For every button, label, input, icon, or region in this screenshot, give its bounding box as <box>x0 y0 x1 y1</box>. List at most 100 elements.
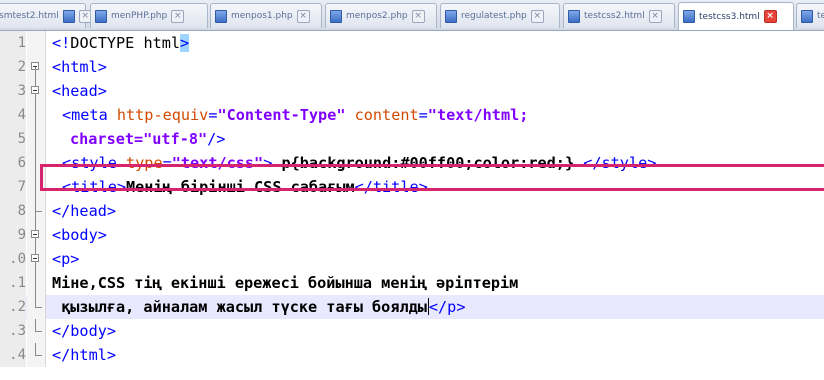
line-number: .1 <box>0 271 26 295</box>
line-number: 1 <box>0 31 26 55</box>
fold-end-marker <box>35 331 42 332</box>
code-editor[interactable]: 1 <!DOCTYPE html> 2 <html> 3 <head> 4 <m… <box>0 31 824 380</box>
close-icon[interactable]: × <box>411 9 425 23</box>
tab-label: smtest2.html <box>0 11 59 21</box>
fold-gutter <box>27 103 46 127</box>
file-icon <box>801 9 813 23</box>
line-number: .2 <box>0 295 26 319</box>
code-text: <head> <box>52 79 107 103</box>
line-number: 3 <box>0 79 26 103</box>
fold-line <box>35 103 36 127</box>
html-close-tag: </html> <box>52 346 117 364</box>
body-close-tag: </body> <box>52 322 117 340</box>
meta-tag-close: /> <box>207 130 226 148</box>
fold-collapse-icon[interactable] <box>31 230 39 238</box>
code-line: 1 <!DOCTYPE html> <box>0 31 824 55</box>
fold-line <box>35 127 36 151</box>
code-text: </body> <box>52 319 116 343</box>
tab-label: regulatest.php <box>461 11 527 21</box>
doctype-open: <! <box>52 34 71 52</box>
close-icon[interactable]: × <box>296 9 310 23</box>
file-icon <box>445 9 457 23</box>
fold-gutter <box>27 223 46 247</box>
fold-gutter <box>27 271 46 295</box>
fold-line <box>35 343 36 355</box>
line-number: 4 <box>0 103 26 127</box>
code-text: </head> <box>52 199 116 223</box>
tab-testcss2-html[interactable]: testcss2.html × <box>563 3 675 28</box>
tab-menpos2-php[interactable]: menpos2.php × <box>325 3 437 28</box>
attribute-value: charset="utf-8" <box>70 130 208 148</box>
code-line: 8 </head> <box>0 199 824 223</box>
file-icon <box>95 9 107 23</box>
code-text: </html> <box>52 343 116 367</box>
doctype-text: DOCTYPE html <box>70 34 181 52</box>
fold-line <box>35 319 36 331</box>
code-text: <html> <box>52 55 107 79</box>
tab-menpos1-php[interactable]: menpos1.php × <box>210 3 322 28</box>
code-line: 5 charset="utf-8"/> <box>0 127 824 151</box>
fold-end-marker <box>35 211 42 212</box>
code-line: 4 <meta http-equiv = "Content-Type" conten… <box>0 103 824 127</box>
fold-gutter <box>27 79 46 103</box>
tab-menphp-php[interactable]: menPHP.php × <box>90 3 208 28</box>
attribute-name: content <box>345 106 419 124</box>
tab-regulatest-php[interactable]: regulatest.php × <box>440 3 560 28</box>
equals-sign: = <box>418 106 428 124</box>
code-line: 9 <body> <box>0 223 824 247</box>
close-icon[interactable]: × <box>763 10 777 23</box>
fold-gutter <box>27 247 46 271</box>
code-text: қызылға, айналам жасыл түске тағы боялды… <box>52 295 465 319</box>
tab-testcss-partial[interactable]: testcss <box>796 3 824 28</box>
close-icon[interactable]: × <box>171 9 185 23</box>
code-line: .0 <p> <box>0 247 824 271</box>
file-icon <box>215 9 227 23</box>
line-number: .0 <box>0 247 26 271</box>
code-text: <!DOCTYPE html> <box>52 31 190 55</box>
code-text: Міне,CSS тің екінші ережесі бойынша мені… <box>52 271 518 295</box>
paragraph-text: қызылға, айналам жасыл түске тағы боялды <box>52 298 427 316</box>
file-icon <box>683 10 695 23</box>
fold-line <box>35 295 36 307</box>
fold-gutter <box>27 343 46 367</box>
close-icon[interactable]: × <box>530 9 544 23</box>
code-line: 2 <html> <box>0 55 824 79</box>
code-line: 3 <head> <box>0 79 824 103</box>
tab-label: menpos1.php <box>231 11 293 21</box>
tab-testcss3-html[interactable]: testcss3.html × <box>678 2 794 30</box>
code-line: .1 Міне,CSS тің екінші ережесі бойынша м… <box>0 271 824 295</box>
paragraph-text: Міне,CSS тің екінші ережесі бойынша мені… <box>52 274 519 292</box>
fold-collapse-icon[interactable] <box>31 254 39 262</box>
annotation-highlight-box <box>40 164 824 191</box>
tab-testcss2-html-partial[interactable]: smtest2.html × <box>0 3 92 28</box>
tab-bar: smtest2.html × menPHP.php × menpos1.php … <box>0 0 824 31</box>
fold-gutter <box>27 31 46 55</box>
tab-label: testcss <box>817 11 824 21</box>
file-icon <box>568 9 580 23</box>
fold-line <box>35 271 36 295</box>
line-number: 8 <box>0 199 26 223</box>
close-icon[interactable]: × <box>648 9 662 23</box>
tab-label: menpos2.php <box>346 11 408 21</box>
code-text: <p> <box>52 247 79 271</box>
p-open-tag: <p> <box>52 250 80 268</box>
file-icon <box>330 9 342 23</box>
meta-tag-open: <meta <box>62 106 117 124</box>
code-text: <meta http-equiv="Content-Type" content=… <box>62 103 528 127</box>
line-number: .3 <box>0 319 26 343</box>
doctype-close: > <box>180 34 190 52</box>
fold-line <box>35 151 36 175</box>
fold-line <box>35 175 36 199</box>
file-icon <box>62 9 75 23</box>
fold-gutter <box>27 199 46 223</box>
fold-gutter <box>27 319 46 343</box>
head-open-tag: <head> <box>52 82 107 100</box>
p-close-tag: </p> <box>428 298 466 316</box>
line-number: 2 <box>0 55 26 79</box>
fold-collapse-icon[interactable] <box>31 86 39 94</box>
body-open-tag: <body> <box>52 226 107 244</box>
tab-label: testcss2.html <box>584 11 645 21</box>
line-number: 9 <box>0 223 26 247</box>
attribute-value: "text/html; <box>427 106 529 124</box>
code-line: .3 </body> <box>0 319 824 343</box>
